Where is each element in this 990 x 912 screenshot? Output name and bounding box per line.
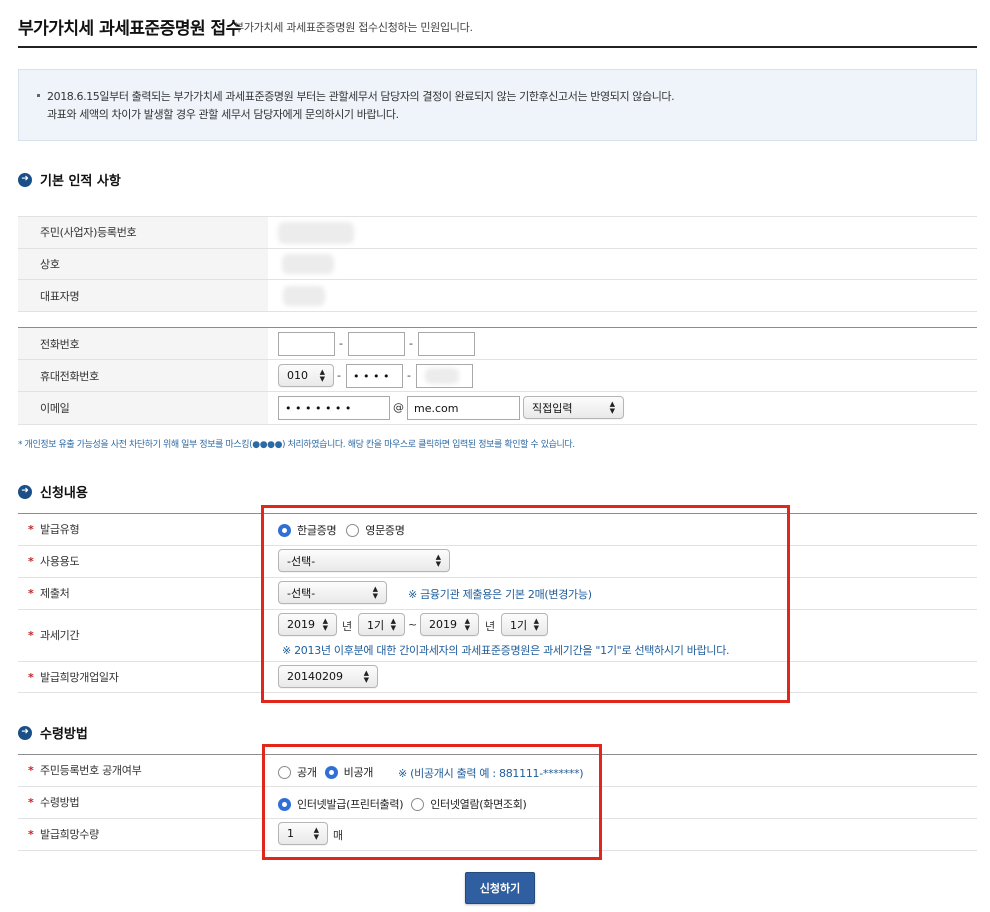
representative-masked xyxy=(283,286,325,306)
label-email: 이메일 xyxy=(40,402,70,415)
phone-separator: - xyxy=(409,337,413,350)
mobile-middle-input[interactable]: • • • • xyxy=(346,364,403,388)
section-title: 수령방법 xyxy=(40,727,88,742)
highlight-box-apply xyxy=(261,505,790,703)
label-mobile: 휴대전화번호 xyxy=(40,370,99,383)
label-issue-type: 발급유형 xyxy=(40,523,80,536)
phone-separator: - xyxy=(339,337,343,350)
label-usage: 사용용도 xyxy=(40,555,80,568)
section-receive-header: ➜ 수령방법 xyxy=(18,723,88,742)
required-mark: * xyxy=(28,523,34,536)
label-tax-period: 과세기간 xyxy=(40,629,80,642)
email-domain-input[interactable]: me.com xyxy=(407,396,520,420)
label-disclose: 주민등록번호 공개여부 xyxy=(40,764,142,777)
select-arrows-icon: ▲ ▼ xyxy=(319,367,325,383)
select-arrows-icon: ▲ ▼ xyxy=(609,399,615,415)
title-divider xyxy=(18,46,977,48)
section-basic-header: ➜ 기본 인적 사항 xyxy=(18,170,121,189)
row-divider xyxy=(18,248,977,249)
section-title: 기본 인적 사항 xyxy=(40,174,121,189)
label-phone: 전화번호 xyxy=(40,338,80,351)
submit-button[interactable]: 신청하기 xyxy=(465,872,535,904)
row-divider xyxy=(18,424,977,425)
required-mark: * xyxy=(28,764,34,777)
row-divider xyxy=(18,359,977,360)
email-at-sign: @ xyxy=(393,401,404,414)
mobile-separator: - xyxy=(407,369,411,382)
notice-line-2: 과표와 세액의 차이가 발생할 경우 관할 세무서 담당자에게 문의하시기 바랍… xyxy=(47,108,399,121)
label-count: 발급희망수량 xyxy=(40,828,99,841)
mobile-last-input[interactable] xyxy=(416,364,473,388)
mobile-separator: - xyxy=(337,369,341,382)
arrow-right-circle-icon: ➜ xyxy=(18,725,32,740)
notice-line-1: 2018.6.15일부터 출력되는 부가가치세 과세표준증명원 부터는 관할세무… xyxy=(47,90,675,103)
row-divider xyxy=(18,391,977,392)
section-title: 신청내용 xyxy=(40,486,88,501)
required-mark: * xyxy=(28,555,34,568)
required-mark: * xyxy=(28,587,34,600)
required-mark: * xyxy=(28,671,34,684)
email-id-input[interactable]: • • • • • • • xyxy=(278,396,390,420)
mobile-last-masked xyxy=(425,368,459,384)
label-company-name: 상호 xyxy=(40,258,60,271)
label-submit-to: 제출처 xyxy=(40,587,70,600)
required-mark: * xyxy=(28,828,34,841)
email-domain-select-value: 직접입력 xyxy=(532,401,573,415)
arrow-right-circle-icon: ➜ xyxy=(18,484,32,499)
masking-notice: * 개인정보 유출 가능성을 사전 차단하기 위해 일부 정보를 마스킹(●●●… xyxy=(18,440,575,450)
row-divider xyxy=(18,216,977,217)
notice-bullet xyxy=(37,94,40,97)
page-subtitle: 부가가치세 과세표준증명원 접수신청하는 민원입니다. xyxy=(234,21,473,34)
phone-area-input[interactable] xyxy=(278,332,335,356)
required-mark: * xyxy=(28,629,34,642)
label-open-date: 발급희망개업일자 xyxy=(40,671,119,684)
section-apply-header: ➜ 신청내용 xyxy=(18,482,88,501)
email-domain-select[interactable]: 직접입력 ▲ ▼ xyxy=(523,396,624,419)
label-registration-number: 주민(사업자)등록번호 xyxy=(40,226,137,239)
label-receive-method: 수령방법 xyxy=(40,796,80,809)
mobile-prefix-select[interactable]: 010 ▲ ▼ xyxy=(278,364,334,387)
phone-last-input[interactable] xyxy=(418,332,475,356)
page-title: 부가가치세 과세표준증명원 접수 xyxy=(18,19,241,39)
phone-middle-input[interactable] xyxy=(348,332,405,356)
highlight-box-receive xyxy=(262,744,602,860)
row-divider xyxy=(18,311,977,312)
mobile-prefix-value: 010 xyxy=(287,369,308,382)
arrow-right-circle-icon: ➜ xyxy=(18,172,32,187)
registration-number-masked xyxy=(278,222,354,244)
label-representative: 대표자명 xyxy=(40,290,80,303)
notice-box xyxy=(18,69,977,141)
required-mark: * xyxy=(28,796,34,809)
row-divider xyxy=(18,279,977,280)
company-name-masked xyxy=(282,254,334,274)
